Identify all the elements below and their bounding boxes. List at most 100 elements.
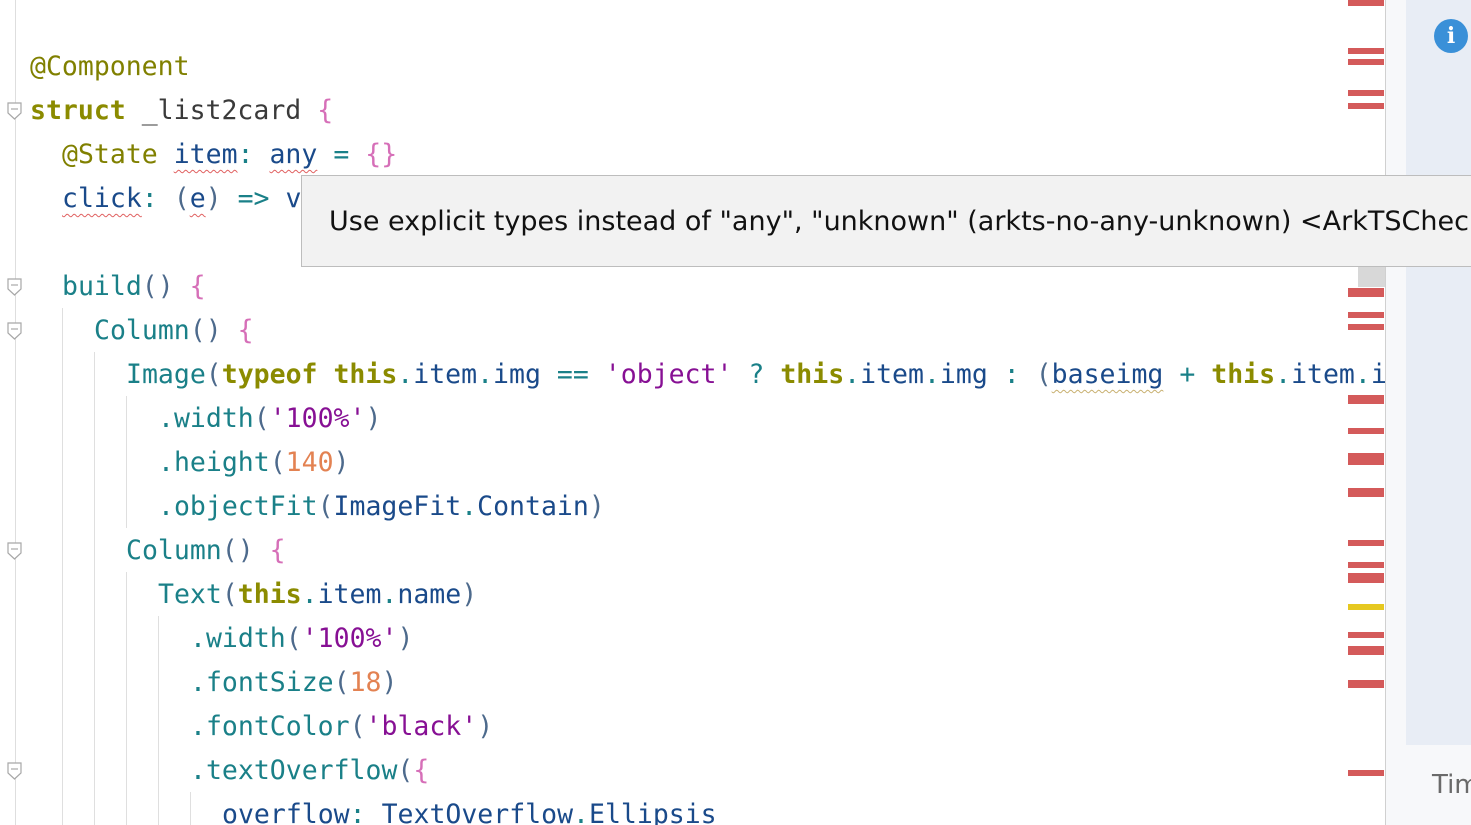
paren: ) — [588, 491, 605, 522]
paren: ( — [173, 183, 190, 214]
method-height: height — [173, 447, 270, 478]
code-editor[interactable]: @Component struct _list2card { @State it… — [0, 0, 1385, 825]
error-marker[interactable] — [1348, 540, 1384, 546]
method-width: width — [205, 623, 286, 654]
info-icon[interactable]: i — [1434, 19, 1468, 53]
paren: ) — [333, 447, 350, 478]
code-lines: @Component struct _list2card { @State it… — [0, 0, 1385, 825]
error-marker[interactable] — [1348, 632, 1384, 638]
dot: . — [1354, 359, 1371, 390]
paren: ) — [461, 579, 478, 610]
member: name — [397, 579, 462, 610]
paren: ( — [397, 755, 414, 786]
member: item — [860, 359, 924, 390]
dot: . — [158, 403, 174, 434]
dot: . — [461, 491, 478, 522]
error-marker[interactable] — [1348, 770, 1384, 776]
side-panel-tab-label[interactable]: Tim — [1432, 770, 1471, 800]
object-key: overflow — [222, 799, 350, 825]
code-line-9[interactable]: .width('100%') — [158, 397, 381, 441]
error-marker[interactable] — [1348, 428, 1384, 434]
field-item: item — [173, 139, 238, 170]
code-line-4[interactable]: click: (e) => v — [62, 177, 301, 221]
error-marker[interactable] — [1348, 573, 1384, 583]
operator: ? — [748, 359, 765, 390]
error-marker[interactable] — [1348, 59, 1384, 65]
paren: ( — [205, 359, 222, 390]
dot: . — [158, 491, 174, 522]
scrollbar-thumb[interactable] — [1358, 265, 1385, 287]
arrow: => — [237, 183, 270, 214]
code-line-18[interactable]: overflow: TextOverflow.Ellipsis — [222, 793, 717, 825]
enum-imagefit: ImageFit — [333, 491, 462, 522]
enum-member: Ellipsis — [589, 799, 717, 825]
function-build: build — [62, 271, 142, 302]
code-line-7[interactable]: Column() { — [94, 309, 254, 353]
member: i — [1370, 359, 1385, 390]
code-line-13[interactable]: Text(this.item.name) — [158, 573, 477, 617]
number-literal: 140 — [285, 447, 334, 478]
string-literal: 'object' — [604, 359, 733, 390]
error-marker[interactable] — [1348, 680, 1384, 688]
error-marker[interactable] — [1348, 288, 1384, 297]
code-line-2[interactable]: struct _list2card { — [30, 89, 333, 133]
code-line-1[interactable]: @Component — [30, 45, 190, 89]
error-marker[interactable] — [1348, 0, 1384, 6]
member: img — [939, 359, 988, 390]
code-line-15[interactable]: .fontSize(18) — [190, 661, 397, 705]
dot: . — [573, 799, 589, 825]
paren: ( — [333, 667, 350, 698]
keyword-this: this — [780, 359, 845, 390]
code-line-17[interactable]: .textOverflow({ — [190, 749, 429, 793]
paren: ( — [1035, 359, 1052, 390]
paren: ( — [253, 403, 270, 434]
error-marker[interactable] — [1348, 103, 1384, 109]
operator: + — [1179, 359, 1196, 390]
error-marker[interactable] — [1348, 312, 1384, 318]
operator: == — [556, 359, 589, 390]
warning-marker[interactable] — [1348, 604, 1384, 610]
error-marker[interactable] — [1348, 562, 1384, 568]
member: item — [1291, 359, 1355, 390]
dot: . — [190, 623, 206, 654]
method-textoverflow: textOverflow — [205, 755, 398, 786]
initializer: {} — [365, 139, 398, 170]
member: item — [413, 359, 478, 390]
code-line-8[interactable]: Image(typeof this.item.img == 'object' ?… — [126, 353, 1385, 397]
code-line-14[interactable]: .width('100%') — [190, 617, 413, 661]
string-literal: '100%' — [269, 403, 366, 434]
paren: ) — [381, 667, 398, 698]
keyword-this: this — [1211, 359, 1276, 390]
code-line-16[interactable]: .fontColor('black') — [190, 705, 493, 749]
dot: . — [190, 711, 206, 742]
code-line-6[interactable]: build() { — [62, 265, 206, 309]
keyword-this: this — [237, 579, 302, 610]
paren: ( — [269, 447, 286, 478]
dot: . — [1275, 359, 1292, 390]
error-marker[interactable] — [1348, 646, 1384, 655]
error-marker[interactable] — [1348, 488, 1384, 497]
code-line-12[interactable]: Column() { — [126, 529, 286, 573]
paren: () — [141, 271, 174, 302]
member: img — [493, 359, 541, 390]
type-any: any — [269, 139, 318, 170]
error-marker[interactable] — [1348, 324, 1384, 330]
brace: { — [269, 535, 286, 566]
code-line-3[interactable]: @State item: any = {} — [62, 133, 397, 177]
code-line-11[interactable]: .objectFit(ImageFit.Contain) — [158, 485, 605, 529]
error-marker[interactable] — [1348, 48, 1384, 54]
identifier-baseimg: baseimg — [1051, 359, 1164, 390]
error-marker[interactable] — [1348, 395, 1384, 404]
field-click: click — [62, 183, 142, 214]
paren: ( — [349, 711, 366, 742]
side-panel[interactable]: Tim — [1386, 0, 1471, 825]
brace: { — [317, 95, 334, 126]
member: item — [317, 579, 382, 610]
component-column: Column — [94, 315, 190, 346]
error-marker[interactable] — [1348, 90, 1384, 96]
paren: ) — [477, 711, 494, 742]
code-line-10[interactable]: .height(140) — [158, 441, 350, 485]
paren: ) — [365, 403, 382, 434]
colon: : — [349, 799, 366, 825]
error-marker[interactable] — [1348, 453, 1384, 465]
